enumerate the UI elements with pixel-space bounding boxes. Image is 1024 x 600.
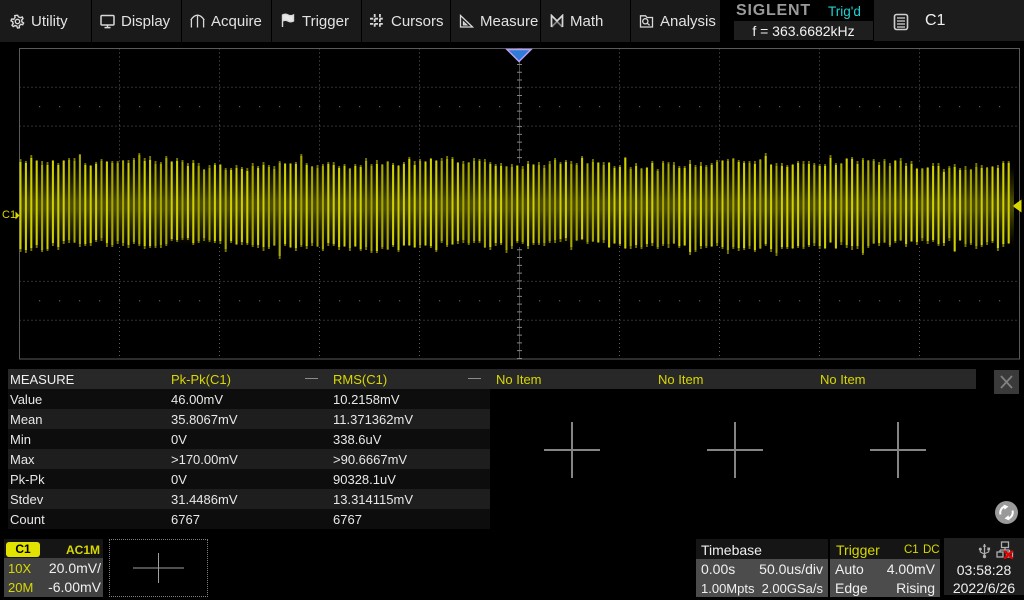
svg-text:C1: C1 [2, 209, 16, 221]
